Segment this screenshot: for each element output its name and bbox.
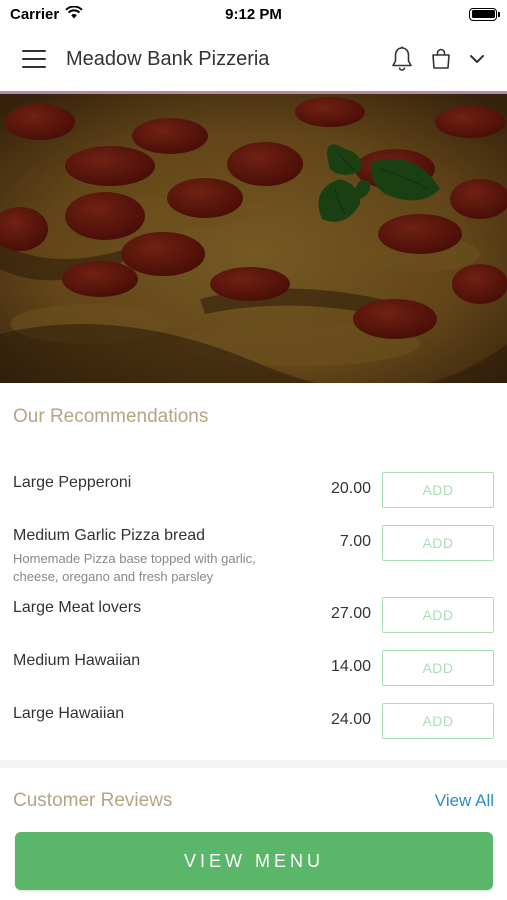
reviews-header: Customer Reviews View All <box>0 790 507 812</box>
item-name: Large Meat lovers <box>13 599 142 616</box>
item-price: 24.00 <box>330 711 371 728</box>
status-bar: Carrier 9:12 PM <box>0 0 507 28</box>
view-menu-button[interactable]: VIEW MENU <box>15 832 493 890</box>
wifi-icon <box>65 5 83 23</box>
battery-icon <box>469 7 500 21</box>
header-actions <box>391 46 485 72</box>
shopping-bag-icon[interactable] <box>431 48 451 70</box>
status-left: Carrier <box>10 5 83 23</box>
list-item: Medium Garlic Pizza bread Homemade Pizza… <box>0 523 507 584</box>
add-button[interactable]: ADD <box>382 703 494 739</box>
add-button[interactable]: ADD <box>382 525 494 561</box>
bell-icon[interactable] <box>391 46 413 72</box>
item-description: Homemade Pizza base topped with garlic, … <box>13 551 256 584</box>
item-price: 27.00 <box>330 605 371 622</box>
app-header: Meadow Bank Pizzeria <box>0 28 507 90</box>
item-price: 20.00 <box>330 480 371 497</box>
section-divider <box>0 760 507 768</box>
item-name: Large Hawaiian <box>13 705 125 722</box>
item-price: 7.00 <box>339 533 371 550</box>
add-button[interactable]: ADD <box>382 472 494 508</box>
menu-icon[interactable] <box>22 50 46 68</box>
hero-pizza-image <box>0 94 507 383</box>
item-name: Medium Garlic Pizza bread <box>13 527 206 544</box>
reviews-title: Customer Reviews <box>13 790 173 811</box>
item-name: Medium Hawaiian <box>13 652 141 669</box>
add-button[interactable]: ADD <box>382 597 494 633</box>
list-item: Large Meat lovers 27.00 ADD <box>0 595 507 647</box>
item-name: Large Pepperoni <box>13 474 132 491</box>
carrier-label: Carrier <box>10 5 60 23</box>
recommendations-title: Our Recommendations <box>13 406 209 427</box>
list-item: Large Pepperoni 20.00 ADD <box>0 470 507 522</box>
view-all-link[interactable]: View All <box>435 791 494 811</box>
add-button[interactable]: ADD <box>382 650 494 686</box>
item-price: 14.00 <box>330 658 371 675</box>
recommendations-header: Our Recommendations <box>0 406 507 428</box>
list-item: Large Hawaiian 24.00 ADD <box>0 701 507 753</box>
app-title: Meadow Bank Pizzeria <box>66 47 270 70</box>
list-item: Medium Hawaiian 14.00 ADD <box>0 648 507 700</box>
chevron-down-icon[interactable] <box>469 54 485 64</box>
